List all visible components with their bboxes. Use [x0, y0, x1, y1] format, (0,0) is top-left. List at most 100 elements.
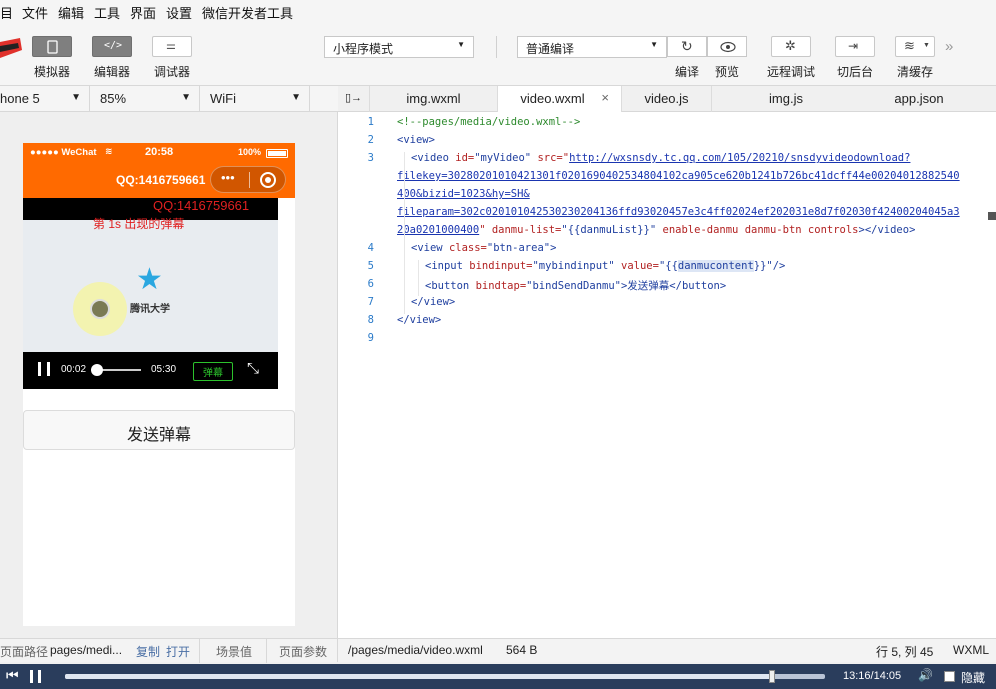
device-select[interactable]: hone 5 ▼ [0, 86, 90, 112]
divider [266, 639, 267, 663]
debugger-toggle-button[interactable]: ⚌ [152, 36, 192, 57]
indent-guide [418, 260, 419, 296]
page-path-value: pages/medi... [50, 643, 123, 657]
page-path-label: 页面路径 [0, 645, 49, 659]
logo-text: 腾讯大学 [130, 304, 170, 315]
compile-button[interactable]: ↻ [667, 36, 707, 57]
background-button[interactable]: ⇥ [835, 36, 875, 57]
file-path: /pages/media/video.wxml [348, 643, 483, 657]
eye-icon [720, 41, 736, 53]
clear-cache-button[interactable]: ≋ ▼ [895, 36, 935, 57]
line-number: 7 [367, 296, 374, 308]
star-logo-icon: ★ [136, 263, 163, 296]
battery-text: 100% [238, 147, 262, 157]
video-player[interactable]: 第 1s 出现的弹幕 ★ 腾讯大学 00:02 05:30 弹幕 ⤡ [23, 198, 278, 389]
tab-label: app.json [894, 91, 944, 106]
menu-item-settings[interactable]: 设置 [166, 3, 192, 22]
device-select-value: hone 5 [0, 91, 40, 106]
code-line: <video id="myVideo" src="http://wxsnsdy.… [411, 152, 911, 164]
compile-label: 编译 [675, 65, 700, 79]
chevron-down-icon: ▼ [923, 42, 930, 49]
more-dots-icon[interactable]: ••• [221, 170, 235, 185]
close-miniprogram-icon[interactable] [260, 172, 276, 188]
network-select[interactable]: WiFi ▼ [200, 86, 310, 112]
send-danmu-button[interactable]: 发送弹幕 [23, 410, 295, 450]
menu-item-interface[interactable]: 界面 [130, 3, 156, 22]
capsule-menu: ••• [210, 166, 286, 193]
compile-mode-value: 普通编译 [526, 42, 575, 56]
video-progress-thumb[interactable] [91, 364, 103, 376]
line-number: 9 [367, 332, 374, 344]
tab-app-json[interactable]: app.json [860, 86, 978, 112]
sidebar-toggle-icon: ▯→ [344, 92, 363, 104]
zoom-select-value: 85% [100, 91, 127, 106]
toolbar: 模拟器 </> 编辑器 ⚌ 调试器 小程序模式 ▼ 普通编译 ▼ ↻ 编译 预览… [0, 22, 996, 86]
switch-background-icon: ⇥ [848, 39, 859, 53]
zoom-select[interactable]: 85% ▼ [90, 86, 200, 112]
chevron-down-icon: ▼ [181, 92, 191, 103]
hide-checkbox[interactable] [944, 671, 955, 682]
hide-label: 隐藏 [961, 671, 986, 685]
menu-item-edit[interactable]: 编辑 [58, 3, 84, 22]
close-icon[interactable]: × [601, 90, 609, 105]
bug-icon: ✲ [785, 38, 796, 53]
pause-icon[interactable] [30, 670, 41, 683]
code-line: <view class="btn-area"> [411, 242, 557, 254]
preview-button[interactable] [707, 36, 747, 57]
menu-item-file[interactable]: 文件 [22, 3, 48, 22]
more-chevron-icon[interactable]: » [945, 38, 953, 55]
compile-mode-select[interactable]: 普通编译 ▼ [517, 36, 667, 58]
tab-img-js[interactable]: img.js [712, 86, 860, 112]
chevron-down-icon: ▼ [457, 40, 465, 49]
mode-select-value: 小程序模式 [333, 42, 394, 56]
mode-select[interactable]: 小程序模式 ▼ [324, 36, 474, 58]
open-path-link[interactable]: 打开 [166, 643, 190, 660]
code-line: <!--pages/media/video.wxml--> [397, 116, 581, 128]
menu-item-project[interactable]: 目 [0, 3, 13, 22]
layers-icon: ≋ [904, 38, 915, 53]
line-number: 4 [367, 242, 374, 254]
line-number: 8 [367, 314, 374, 326]
editor-label: 编辑器 [94, 65, 131, 79]
menu-item-wechat-devtools[interactable]: 微信开发者工具 [202, 3, 293, 22]
playback-progress [65, 674, 772, 679]
tab-video-wxml[interactable]: video.wxml × [498, 86, 622, 113]
menu-bar: 目 文件 编辑 工具 界面 设置 微信开发者工具 [0, 0, 996, 22]
editor-toggle-button[interactable]: </> [92, 36, 132, 57]
sliders-icon: ⚌ [166, 40, 176, 52]
remote-debug-button[interactable]: ✲ [771, 36, 811, 57]
fullscreen-icon[interactable]: ⤡ [247, 360, 259, 377]
playback-track[interactable] [65, 674, 825, 679]
editor-status-bar: /pages/media/video.wxml 564 B 行 5, 列 45 … [338, 638, 996, 662]
code-line: <button bindtap="bindSendDanmu">发送弹幕</bu… [425, 280, 727, 292]
simulator-toggle-button[interactable] [32, 36, 72, 57]
chevron-down-icon: ▼ [71, 92, 81, 103]
tab-img-wxml[interactable]: img.wxml [370, 86, 498, 112]
code-line-wrap: 20a0201000400" danmu-list="{{danmuList}}… [397, 224, 916, 236]
phone-icon [47, 40, 58, 54]
current-time: 00:02 [61, 364, 87, 375]
tab-video-js[interactable]: video.js [622, 86, 712, 112]
line-number: 6 [367, 278, 374, 290]
scene-value-button[interactable]: 场景值 [216, 643, 252, 660]
media-player-bar: ⏮ 13:16/14:05 🔊 隐藏 [0, 664, 996, 689]
page-path-bar: 页面路径 pages/medi... 复制 打开 场景值 页面参数 [0, 638, 338, 663]
volume-icon[interactable]: 🔊 [918, 668, 933, 682]
code-editor[interactable]: 1 2 3 4 5 6 7 8 9 <!--pages/media/video.… [338, 112, 996, 638]
page-params-button[interactable]: 页面参数 [279, 643, 327, 660]
divider [199, 639, 200, 663]
tab-label: video.js [644, 91, 689, 106]
skip-back-icon[interactable]: ⏮ [6, 667, 19, 684]
language-mode[interactable]: WXML [953, 643, 989, 657]
code-line: </view> [411, 296, 456, 308]
phone-nav-bar: QQ:1416759661 ••• [23, 163, 295, 198]
line-number: 3 [367, 152, 374, 164]
pause-icon[interactable] [38, 362, 50, 376]
playback-thumb[interactable] [768, 670, 775, 683]
danmu-toggle-button[interactable]: 弹幕 [193, 362, 233, 381]
tab-label: video.wxml [520, 91, 585, 106]
cursor-position[interactable]: 行 5, 列 45 [876, 643, 933, 660]
menu-item-tools[interactable]: 工具 [94, 3, 120, 22]
file-tree-toggle[interactable]: ▯→ [338, 86, 370, 112]
copy-path-link[interactable]: 复制 [136, 643, 160, 660]
